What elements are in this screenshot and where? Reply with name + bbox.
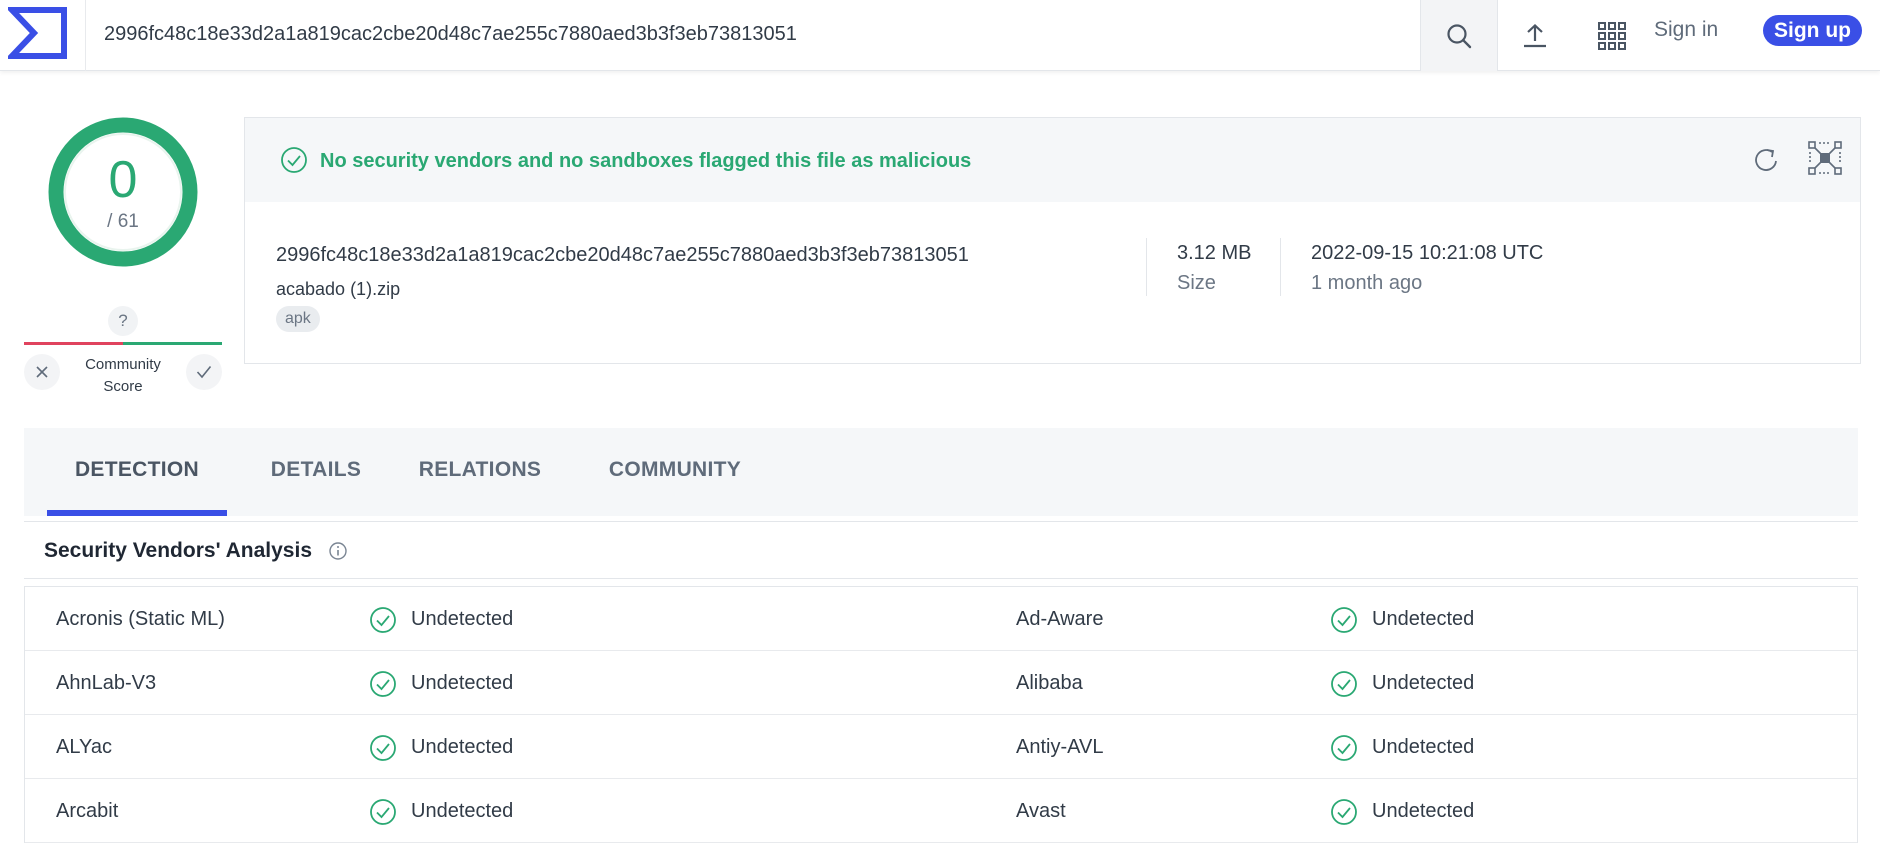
search-input[interactable] <box>104 14 1404 54</box>
tab-detection[interactable]: DETECTION <box>47 428 227 516</box>
check-circle-icon <box>1331 607 1357 633</box>
info-icon[interactable] <box>328 541 348 561</box>
status-header: No security vendors and no sandboxes fla… <box>245 118 1860 202</box>
vendor-result: Undetected <box>1372 608 1475 630</box>
section-divider <box>24 578 1858 579</box>
apps-grid-icon <box>1598 21 1626 50</box>
community-bar-positive <box>123 342 222 345</box>
divider <box>1280 238 1281 296</box>
vendor-name: ALYac <box>56 736 112 758</box>
tab-community[interactable]: COMMUNITY <box>586 428 764 516</box>
engine-total: / 61 <box>107 211 139 232</box>
check-circle-icon <box>370 735 396 761</box>
sign-up-button[interactable]: Sign up <box>1763 15 1862 46</box>
check-icon <box>196 365 212 379</box>
check-circle-icon <box>1331 799 1357 825</box>
search-icon <box>1447 23 1472 48</box>
divider <box>1146 238 1147 296</box>
vendor-name: AhnLab-V3 <box>56 672 157 694</box>
file-tag[interactable]: apk <box>276 306 320 332</box>
table-row: Arcabit Undetected Avast Undetected <box>25 779 1857 843</box>
table-row: Acronis (Static ML) Undetected Ad-Aware … <box>25 587 1857 651</box>
community-score-label: Community Score <box>85 356 161 395</box>
detection-count: 0 <box>108 151 138 209</box>
file-summary-card: No security vendors and no sandboxes fla… <box>244 117 1861 364</box>
check-circle-icon <box>370 607 396 633</box>
graph-icon[interactable] <box>1807 140 1843 176</box>
file-size-label: Size <box>1177 272 1216 294</box>
check-circle-icon <box>281 147 307 173</box>
vendor-result: Undetected <box>411 736 514 758</box>
vendor-name: Antiy-AVL <box>1016 736 1104 758</box>
vendor-name: Ad-Aware <box>1016 608 1104 630</box>
status-message: No security vendors and no sandboxes fla… <box>320 150 972 172</box>
vote-malicious-button[interactable] <box>24 354 60 390</box>
vendor-result: Undetected <box>1372 736 1475 758</box>
detection-score-gauge: 0 / 61 <box>47 116 199 268</box>
search-button[interactable] <box>1420 0 1498 71</box>
top-bar: Sign in Sign up <box>0 0 1880 71</box>
upload-button[interactable] <box>1505 0 1565 71</box>
virustotal-logo[interactable] <box>8 6 68 60</box>
vendor-name: Arcabit <box>56 800 119 822</box>
file-size-value: 3.12 MB <box>1177 242 1252 264</box>
upload-icon <box>1524 23 1546 47</box>
tab-details[interactable]: DETAILS <box>258 428 374 516</box>
tabs-divider <box>24 521 1858 522</box>
vendor-result: Undetected <box>411 672 514 694</box>
analysis-relative-date: 1 month ago <box>1311 272 1423 294</box>
vendor-table: Acronis (Static ML) Undetected Ad-Aware … <box>24 586 1858 843</box>
vote-harmless-button[interactable] <box>186 354 222 390</box>
table-row: ALYac Undetected Antiy-AVL Undetected <box>25 715 1857 779</box>
vendor-result: Undetected <box>411 800 514 822</box>
check-circle-icon <box>1331 671 1357 697</box>
logo-divider <box>85 0 86 71</box>
apps-menu-button[interactable] <box>1582 0 1642 71</box>
file-name: acabado (1).zip <box>276 279 401 299</box>
tab-relations[interactable]: RELATIONS <box>405 428 555 516</box>
report-tabs: DETECTION DETAILS RELATIONS COMMUNITY <box>24 428 1858 516</box>
check-circle-icon <box>370 799 396 825</box>
vendor-name: Alibaba <box>1016 672 1083 694</box>
community-score-value: ? <box>108 306 138 336</box>
vendor-name: Avast <box>1016 800 1066 822</box>
vendor-result: Undetected <box>1372 672 1475 694</box>
close-icon <box>36 366 48 378</box>
table-row: AhnLab-V3 Undetected Alibaba Undetected <box>25 651 1857 715</box>
vendor-result: Undetected <box>411 608 514 630</box>
check-circle-icon <box>370 671 396 697</box>
check-circle-icon <box>1331 735 1357 761</box>
analysis-date: 2022-09-15 10:21:08 UTC <box>1311 242 1544 264</box>
reload-icon[interactable] <box>1750 144 1782 176</box>
community-bar-negative <box>24 342 123 345</box>
sign-in-link[interactable]: Sign in <box>1654 18 1718 42</box>
vendor-result: Undetected <box>1372 800 1475 822</box>
vendor-name: Acronis (Static ML) <box>56 608 225 630</box>
section-title: Security Vendors' Analysis <box>44 539 312 562</box>
file-hash[interactable]: 2996fc48c18e33d2a1a819cac2cbe20d48c7ae25… <box>276 244 969 267</box>
